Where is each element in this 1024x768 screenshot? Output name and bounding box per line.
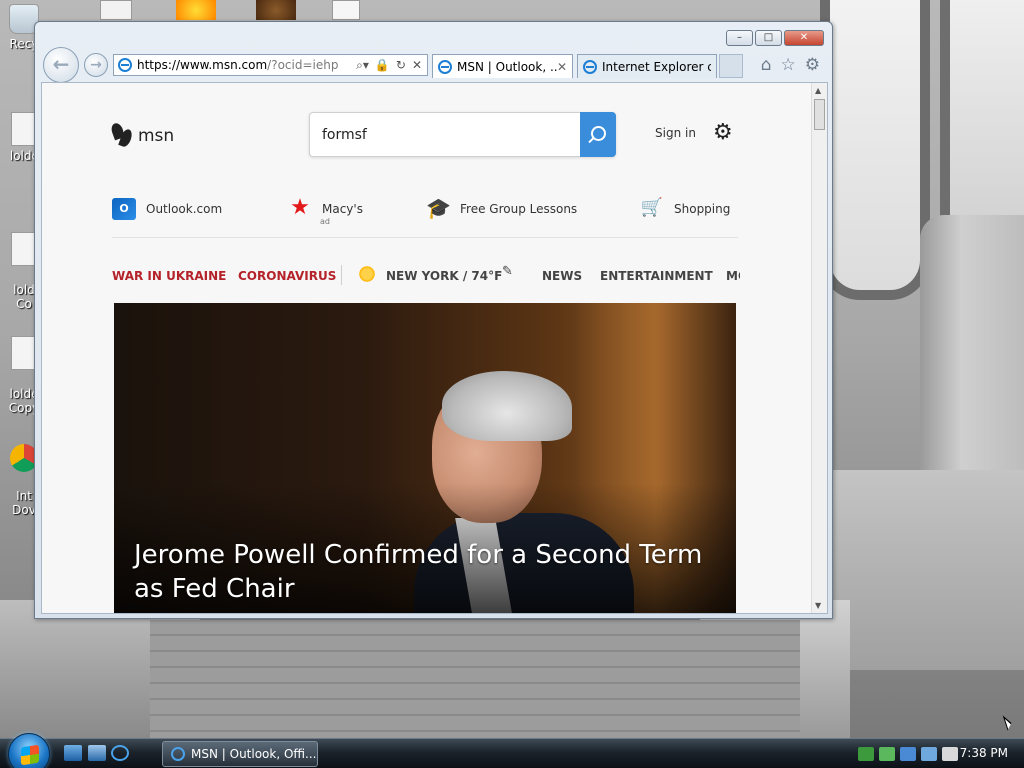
msn-brand-text: msn xyxy=(138,126,175,146)
macys-star-icon: ★ xyxy=(290,195,310,220)
window-controls: – □ ✕ xyxy=(726,30,824,46)
nav-separator xyxy=(341,265,342,285)
back-button[interactable]: ← xyxy=(43,47,79,83)
tab-title: MSN | Outlook, ... xyxy=(457,59,557,74)
gear-icon[interactable]: ⚙ xyxy=(805,55,820,75)
nav-more[interactable]: MO xyxy=(726,269,740,283)
home-icon[interactable]: ⌂ xyxy=(761,55,772,75)
ad-label: ad xyxy=(320,217,330,226)
tab-title: Internet Explorer ca... xyxy=(602,59,711,74)
windows-logo-icon xyxy=(21,744,39,766)
quick-link-shopping[interactable]: 🛒 Shopping xyxy=(640,197,731,220)
tab-msn[interactable]: MSN | Outlook, ... ✕ xyxy=(432,54,573,78)
url-path: /?ocid=iehp xyxy=(267,58,339,72)
msn-butterfly-icon xyxy=(112,123,134,149)
network-icon[interactable] xyxy=(858,747,874,761)
start-button[interactable] xyxy=(8,733,50,768)
nav-war-in-ukraine[interactable]: WAR IN UKRAINE xyxy=(112,269,226,283)
scrollbar-thumb[interactable] xyxy=(814,99,825,130)
graduation-cap-icon: 🎓 xyxy=(426,196,451,220)
update-icon[interactable] xyxy=(879,747,895,761)
internet-explorer-icon[interactable] xyxy=(111,745,129,761)
vertical-scrollbar[interactable]: ▲ ▼ xyxy=(811,83,827,613)
switch-windows-icon[interactable] xyxy=(88,745,106,761)
desktop-icon-top-1[interactable] xyxy=(100,0,132,20)
minimize-button[interactable]: – xyxy=(726,30,753,46)
taskbar-clock[interactable]: 7:38 PM xyxy=(960,746,1008,760)
ie-taskbar-icon xyxy=(171,747,185,761)
quick-link-label: Macy's xyxy=(322,202,363,216)
quick-link-outlook[interactable]: O Outlook.com xyxy=(112,198,222,220)
maximize-button[interactable]: □ xyxy=(755,30,782,46)
address-bar[interactable]: https://www.msn.com/?ocid=iehp ⌕▾ 🔒 ↻ ✕ xyxy=(113,54,428,76)
taskbar-button-msn[interactable]: MSN | Outlook, Offi... xyxy=(162,741,318,767)
wallpaper-floor xyxy=(150,620,800,738)
ie-tab-icon xyxy=(583,59,597,74)
command-icons: ⌂ ☆ ⚙ xyxy=(761,55,820,75)
nav-news[interactable]: NEWS xyxy=(542,269,582,283)
desktop-icon-top-3[interactable] xyxy=(256,0,296,20)
ie-tab-icon xyxy=(438,59,452,74)
outlook-icon: O xyxy=(112,198,136,220)
hero-story[interactable]: Jerome Powell Confirmed for a Second Ter… xyxy=(114,303,736,613)
forward-button[interactable]: → xyxy=(84,53,108,77)
scroll-down-icon[interactable]: ▼ xyxy=(815,601,821,610)
hero-headline[interactable]: Jerome Powell Confirmed for a Second Ter… xyxy=(134,538,714,606)
search-icon xyxy=(590,126,606,141)
star-icon[interactable]: ☆ xyxy=(781,55,796,75)
taskbar-button-label: MSN | Outlook, Offi... xyxy=(191,747,317,761)
close-window-button[interactable]: ✕ xyxy=(784,30,824,46)
page-viewport: msn formsf Sign in ⚙ O Outlook.com ★ Mac… xyxy=(41,82,828,614)
show-desktop-icon[interactable] xyxy=(64,745,82,761)
quick-link-label: Shopping xyxy=(674,202,731,216)
divider xyxy=(112,237,738,238)
nav-weather[interactable]: NEW YORK / 74°F xyxy=(386,269,502,283)
msn-logo[interactable]: msn xyxy=(112,123,174,149)
refresh-icon[interactable]: ↻ xyxy=(396,58,406,73)
search-input[interactable]: formsf xyxy=(309,112,616,157)
security-icon[interactable] xyxy=(900,747,916,761)
taskbar: MSN | Outlook, Offi... 7:38 PM xyxy=(0,733,1024,768)
search-dropdown-icon[interactable]: ⌕▾ xyxy=(356,58,369,73)
back-arrow-icon: ← xyxy=(52,52,70,76)
volume-muted-icon[interactable] xyxy=(942,747,958,761)
search-button[interactable] xyxy=(580,112,616,157)
nav-coronavirus[interactable]: CORONAVIRUS xyxy=(238,269,336,283)
wallpaper-train-window xyxy=(820,0,930,300)
settings-gear-icon[interactable]: ⚙ xyxy=(713,120,733,145)
scroll-up-icon[interactable]: ▲ xyxy=(815,86,821,95)
desktop-icon-top-2[interactable] xyxy=(176,0,216,20)
address-tools: ⌕▾ 🔒 ↻ ✕ xyxy=(356,58,427,73)
ie-window: – □ ✕ ← → https://www.msn.com/?ocid=iehp… xyxy=(34,21,833,619)
nav-entertainment[interactable]: ENTERTAINMENT xyxy=(600,269,713,283)
tab-close-icon[interactable]: ✕ xyxy=(557,60,567,74)
sign-in-link[interactable]: Sign in xyxy=(655,126,696,140)
ie-page-icon xyxy=(118,58,132,72)
stop-icon[interactable]: ✕ xyxy=(412,58,422,73)
quick-link-free-group-lessons[interactable]: 🎓 Free Group Lessons xyxy=(426,198,577,220)
lock-icon[interactable]: 🔒 xyxy=(375,58,390,73)
forward-arrow-icon: → xyxy=(90,57,102,73)
computer-icon[interactable] xyxy=(921,747,937,761)
quick-link-label: Free Group Lessons xyxy=(460,202,578,216)
quick-link-label: Outlook.com xyxy=(146,202,223,216)
url-host: https://www.msn.com xyxy=(137,58,268,72)
desktop-icon-top-4[interactable] xyxy=(332,0,360,20)
shopping-cart-icon: 🛒 xyxy=(640,197,664,218)
wallpaper-train-window-right xyxy=(940,0,1024,240)
pencil-edit-icon[interactable]: ✎ xyxy=(502,264,513,279)
new-tab-button[interactable] xyxy=(719,54,743,78)
tab-internet-explorer[interactable]: Internet Explorer ca... xyxy=(577,54,717,78)
hero-photo-hair xyxy=(442,371,572,441)
sun-weather-icon xyxy=(358,265,376,283)
